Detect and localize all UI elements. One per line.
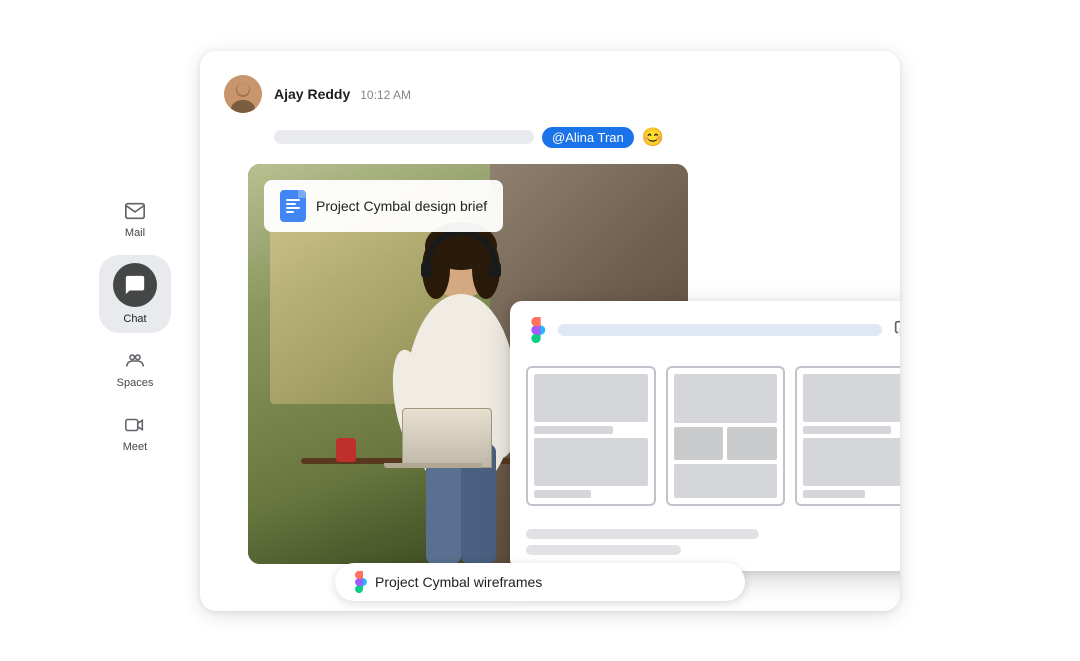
- wireframe-label[interactable]: Project Cymbal wireframes: [335, 563, 745, 601]
- wireframe-footer: [526, 529, 900, 555]
- sender-name: Ajay Reddy: [274, 86, 350, 102]
- sidebar-item-chat-label: Chat: [123, 313, 146, 325]
- sidebar-item-mail-label: Mail: [125, 227, 145, 239]
- wf-mid-top: [674, 374, 777, 424]
- sidebar-item-meet-label: Meet: [123, 441, 147, 453]
- figma-logo-large: [526, 317, 546, 343]
- wf-right-top: [803, 374, 900, 422]
- docs-title: Project Cymbal design brief: [316, 198, 487, 214]
- wf-left-line: [534, 490, 591, 498]
- wf-left-bot: [534, 438, 648, 486]
- avatar-image: [224, 75, 262, 113]
- wireframe-panel-mid: [666, 366, 785, 506]
- sidebar-item-chat[interactable]: Chat: [99, 255, 171, 333]
- chat-active-bg: [113, 263, 157, 307]
- wf-right-mid: [803, 426, 891, 434]
- mail-icon: [123, 199, 147, 223]
- docs-icon-lines: [282, 193, 304, 219]
- chat-window: Ajay Reddy 10:12 AM @Alina Tran 😊: [200, 51, 900, 611]
- wf-mid-right: [727, 427, 777, 460]
- docs-card[interactable]: Project Cymbal design brief: [264, 180, 503, 232]
- chat-icon: [124, 274, 146, 296]
- sidebar-item-meet[interactable]: Meet: [99, 405, 171, 461]
- wf-footer-line-2: [526, 545, 681, 555]
- avatar: [224, 75, 262, 113]
- message-text-bar: [274, 130, 534, 144]
- message-meta: Ajay Reddy 10:12 AM: [274, 86, 411, 102]
- figma-logo-pill: [351, 571, 367, 593]
- emoji: 😊: [642, 127, 664, 148]
- docs-icon: [280, 190, 306, 222]
- laptop-screen: [402, 408, 492, 468]
- wireframe-card: [510, 301, 900, 571]
- message-bubble-row: @Alina Tran 😊: [224, 127, 876, 148]
- docs-line-3: [286, 207, 300, 209]
- spaces-icon: [123, 349, 147, 373]
- wireframe-card-header: [526, 317, 900, 343]
- wireframe-panel-right: [795, 366, 900, 506]
- wf-left-mid: [534, 426, 613, 434]
- docs-line-4: [286, 211, 294, 213]
- meet-icon: [123, 413, 147, 437]
- message-timestamp: 10:12 AM: [360, 88, 411, 102]
- wf-left-top: [534, 374, 648, 422]
- wf-mid-row: [674, 427, 777, 460]
- mention-tag[interactable]: @Alina Tran: [542, 127, 634, 148]
- wf-right-line: [803, 490, 865, 498]
- wireframe-panel-left: [526, 366, 656, 506]
- docs-line-2: [286, 203, 296, 205]
- message-header: Ajay Reddy 10:12 AM: [224, 75, 876, 113]
- docs-line-1: [286, 199, 300, 201]
- sidebar-item-spaces-label: Spaces: [117, 377, 154, 389]
- sidebar-item-spaces[interactable]: Spaces: [99, 341, 171, 397]
- copy-icon[interactable]: [894, 320, 900, 340]
- wf-footer-line-1: [526, 529, 759, 539]
- sidebar-item-mail[interactable]: Mail: [99, 191, 171, 247]
- wireframe-label-text: Project Cymbal wireframes: [375, 574, 542, 590]
- wf-mid-left: [674, 427, 724, 460]
- wf-mid-bot: [674, 464, 777, 497]
- wireframe-content: [526, 353, 900, 519]
- sidebar: Mail Chat Spaces: [90, 31, 180, 631]
- laptop-base: [384, 463, 482, 468]
- coffee-mug: [336, 438, 356, 462]
- wf-right-bot: [803, 438, 900, 486]
- wireframe-url-bar: [558, 324, 882, 336]
